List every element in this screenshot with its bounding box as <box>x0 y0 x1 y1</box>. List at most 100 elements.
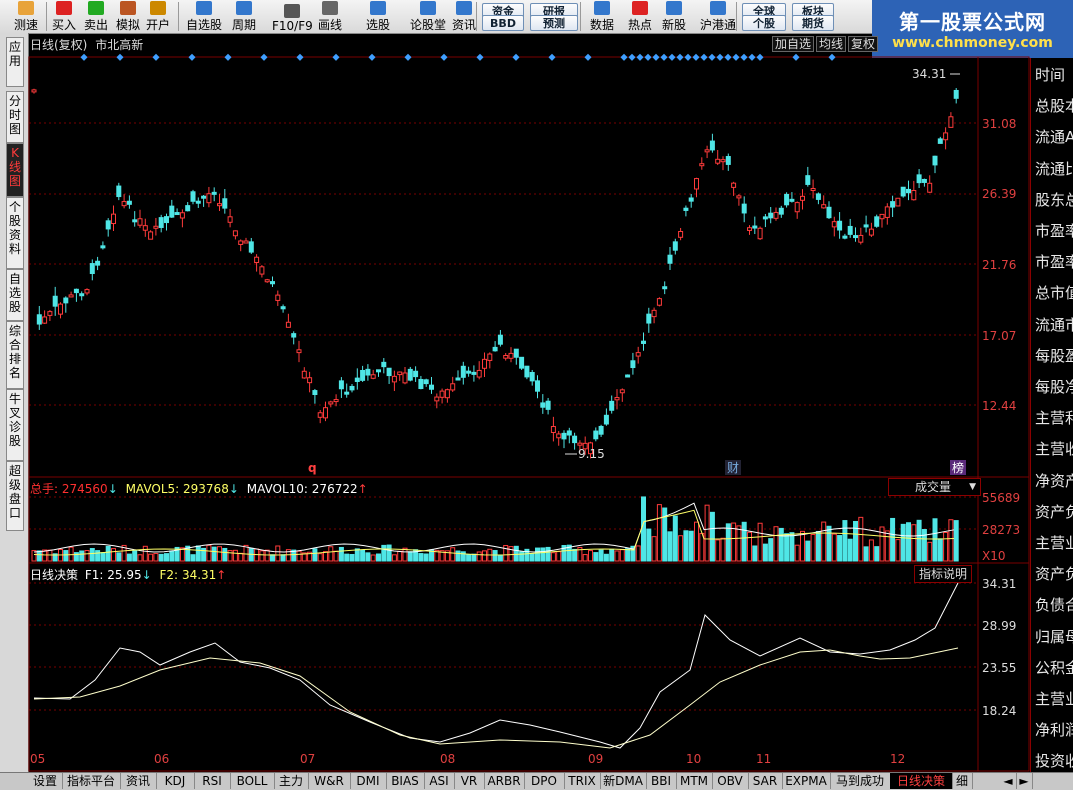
up-arrow-icon: ↑ <box>357 482 368 496</box>
event-diamond-icon <box>708 53 716 61</box>
candlestick <box>354 377 360 382</box>
indicator-help-button[interactable]: 指标说明 <box>914 565 973 583</box>
bottom-tab-9[interactable]: BIAS <box>386 773 425 789</box>
info-panel-item: 净利润 <box>1035 721 1073 740</box>
candlestick <box>916 174 922 184</box>
bottom-tab-18[interactable]: OBV <box>712 773 749 789</box>
scroll-left-icon[interactable]: ◄ <box>1000 773 1017 789</box>
volume-bar <box>736 525 742 562</box>
candlestick <box>874 216 880 227</box>
down-arrow-icon: ↓ <box>228 482 239 496</box>
bottom-tab-23[interactable]: 细 <box>952 773 973 789</box>
volume-bar <box>540 547 546 562</box>
indicator-f2-line <box>33 582 959 749</box>
candlestick <box>455 377 461 381</box>
candlestick <box>773 211 779 219</box>
volume-bar <box>656 504 662 562</box>
bottom-tab-13[interactable]: DPO <box>524 773 565 789</box>
candlestick <box>683 207 689 211</box>
candlestick <box>842 235 848 239</box>
bottom-tab-4[interactable]: RSI <box>194 773 231 789</box>
volume-bar <box>773 526 779 562</box>
volume-bar <box>497 554 503 562</box>
bottom-tab-14[interactable]: TRIX <box>564 773 601 789</box>
event-diamond-icon <box>636 53 644 61</box>
f2-label: F2: <box>159 568 179 582</box>
info-panel-item: 主营利 <box>1035 409 1073 428</box>
volume-bar <box>466 554 472 562</box>
bottom-tab-6[interactable]: 主力 <box>274 773 309 789</box>
candlestick <box>497 334 503 345</box>
volume-bar <box>900 523 906 562</box>
candlestick <box>344 391 350 395</box>
f1-label: F1: <box>84 568 104 582</box>
candlestick <box>254 256 260 264</box>
info-panel-item: 净资产 <box>1035 471 1073 490</box>
bottom-tab-15[interactable]: 新DMA <box>600 773 647 789</box>
candlestick <box>805 175 811 185</box>
event-diamond-icon <box>440 53 448 61</box>
bottom-tab-7[interactable]: W&R <box>308 773 351 789</box>
indicator-axis-label: 34.31 <box>982 577 1017 591</box>
volume-bar <box>884 530 890 562</box>
volume-bar <box>222 547 228 562</box>
bottom-tab-5[interactable]: BOLL <box>230 773 275 789</box>
bottom-tab-10[interactable]: ASI <box>424 773 455 789</box>
info-panel-item: 每股盈 <box>1035 346 1073 365</box>
candlestick <box>593 430 599 440</box>
info-panel-item: 流通A <box>1035 128 1073 147</box>
bottom-tab-0[interactable]: 设置 <box>28 773 63 789</box>
low-price-label: 9.15 <box>578 447 605 461</box>
volume-dropdown[interactable]: 成交量 ▼ <box>888 478 981 496</box>
candlestick <box>42 316 48 324</box>
candlestick <box>810 187 816 191</box>
candlestick <box>937 138 943 144</box>
volume-bar <box>672 515 678 562</box>
bottom-tab-11[interactable]: VR <box>454 773 485 789</box>
candlestick <box>948 116 954 128</box>
price-axis-label: 26.39 <box>982 187 1017 201</box>
bottom-tab-21[interactable]: 马到成功 <box>830 773 891 789</box>
candlestick <box>285 321 291 328</box>
event-diamond-icon <box>80 53 88 61</box>
volume-bar <box>100 552 106 562</box>
bottom-tab-12[interactable]: ARBR <box>484 773 525 789</box>
bottom-tab-2[interactable]: 资讯 <box>120 773 157 789</box>
candlestick <box>556 433 562 439</box>
bottom-tab-16[interactable]: BBI <box>646 773 677 789</box>
volume-bar <box>815 530 821 562</box>
candlestick <box>572 435 578 444</box>
scroll-right-icon[interactable]: ► <box>1016 773 1033 789</box>
indicator-axis-label: 23.55 <box>982 661 1017 675</box>
volume-bar <box>953 520 959 562</box>
candlestick <box>815 193 821 200</box>
time-axis-label: 12 <box>890 752 906 766</box>
candlestick <box>837 220 843 231</box>
candlestick <box>529 371 535 382</box>
candlestick <box>386 367 392 377</box>
bottom-tab-22[interactable]: 日线决策 <box>890 773 953 789</box>
candlestick <box>800 195 805 201</box>
candlestick <box>323 407 328 419</box>
volume-bar <box>937 538 943 562</box>
volume-bar <box>270 554 275 562</box>
candlestick <box>275 294 281 301</box>
volume-bar <box>794 544 800 562</box>
down-arrow-icon: ↓ <box>107 482 118 496</box>
candlestick <box>720 159 726 163</box>
candlestick <box>789 198 795 202</box>
candlestick <box>853 235 858 239</box>
bottom-tab-3[interactable]: KDJ <box>156 773 195 789</box>
bottom-tab-17[interactable]: MTM <box>676 773 713 789</box>
down-arrow-icon: ↓ <box>141 568 152 582</box>
volume-bar <box>317 553 323 562</box>
candlestick <box>667 254 673 264</box>
candlestick <box>635 352 641 357</box>
volume-bar <box>492 550 498 562</box>
bottom-tab-1[interactable]: 指标平台 <box>62 773 121 789</box>
candlestick <box>508 352 514 359</box>
bottom-tab-20[interactable]: EXPMA <box>782 773 831 789</box>
bottom-tab-8[interactable]: DMI <box>350 773 387 789</box>
bottom-tab-19[interactable]: SAR <box>748 773 783 789</box>
chart-canvas[interactable]: 34.31 9.15 q 财 榜 <box>0 0 1073 789</box>
